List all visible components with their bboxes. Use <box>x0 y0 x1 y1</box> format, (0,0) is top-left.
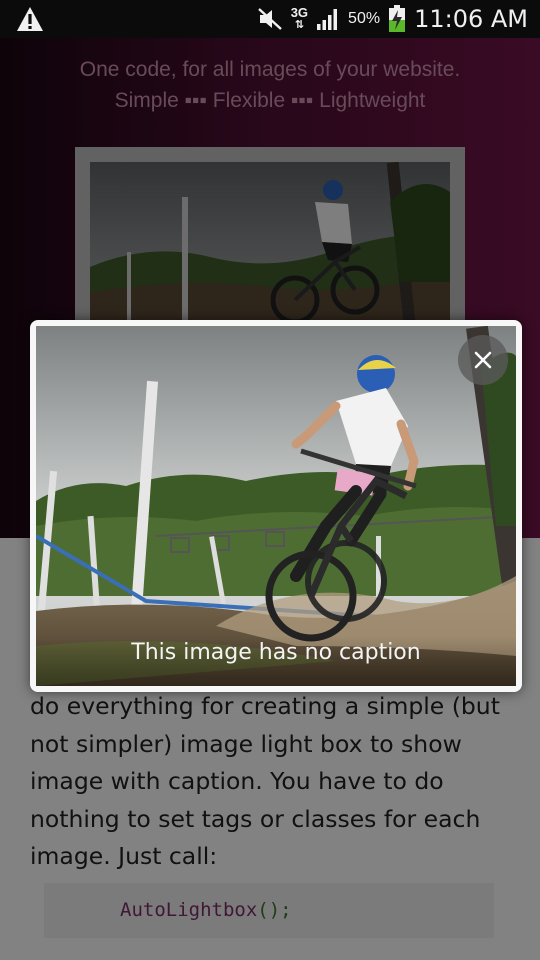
warning-icon-top <box>17 7 43 31</box>
mute-icon-top <box>257 8 282 30</box>
lightbox-caption: This image has no caption <box>131 640 421 665</box>
battery-charging-icon-top <box>389 5 406 32</box>
network-type-label-top: 3G <box>290 5 309 20</box>
battery-percent-top: 50% <box>348 10 381 27</box>
close-icon <box>474 351 492 369</box>
close-button[interactable] <box>458 335 508 385</box>
lightbox-image[interactable] <box>36 326 516 686</box>
clock-top: 11:06 AM <box>414 5 528 33</box>
status-bar-top: 3G ⇅ 50% 11:06 AM <box>0 0 540 38</box>
signal-icon-top <box>317 9 338 30</box>
network-3g-icon-top: 3G ⇅ <box>290 5 309 31</box>
lightbox-dialog: This image has no caption <box>30 320 522 692</box>
